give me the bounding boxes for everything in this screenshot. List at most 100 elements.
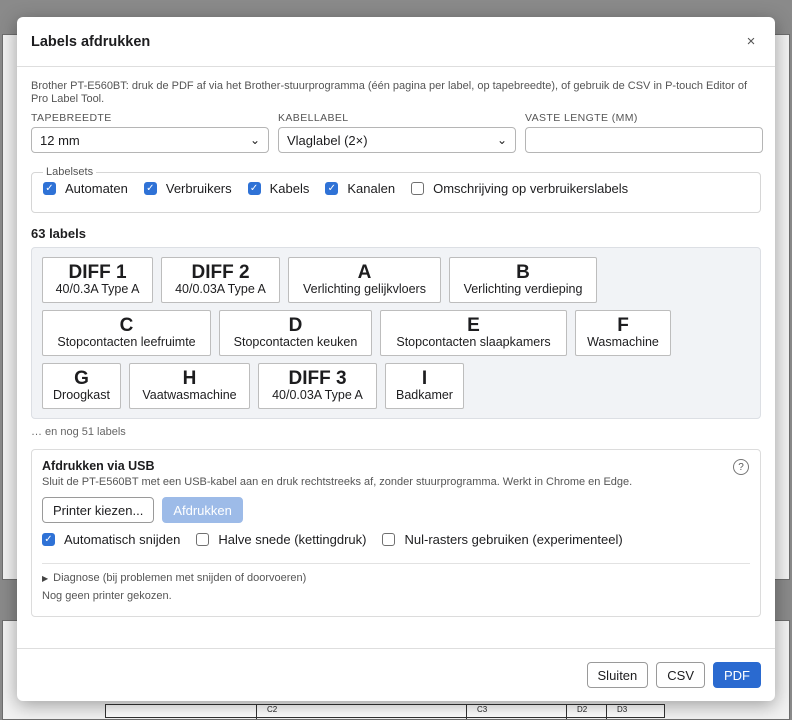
- more-labels-text: … en nog 51 labels: [31, 426, 126, 438]
- fixed-length-field: VASTE LENGTE (MM): [525, 112, 763, 153]
- cable-label-label: KABELLABEL: [278, 112, 349, 124]
- checkbox-checked-icon: ✓: [247, 182, 261, 195]
- label-preview: DIFF 3 40/0.03A Type A: [258, 363, 377, 409]
- checkbox-checked-icon: ✓: [43, 182, 56, 195]
- checkbox-label: Automatisch snijden: [64, 532, 181, 547]
- label-desc: Verlichting gelijkvloers: [303, 282, 426, 296]
- labelsets-checkboxes: ✓ Automaten ✓ Verbruikers ✓ Kabels ✓ Kan…: [43, 181, 749, 196]
- labels-row: DIFF 1 40/0.3A Type A DIFF 2 40/0.03A Ty…: [42, 257, 751, 303]
- label-preview: I Badkamer: [385, 363, 464, 409]
- label-desc: Droogkast: [53, 388, 110, 402]
- checkbox-half-cut[interactable]: Halve snede (kettingdruk): [196, 532, 366, 547]
- label-preview: D Stopcontacten keuken: [219, 310, 372, 356]
- label-desc: Stopcontacten keuken: [233, 335, 358, 349]
- diagnose-label: Diagnose (bij problemen met snijden of d…: [53, 572, 307, 584]
- label-desc: Wasmachine: [587, 335, 659, 349]
- intro-text: Brother PT-E560BT: druk de PDF af via he…: [31, 80, 747, 105]
- label-preview: C Stopcontacten leefruimte: [42, 310, 211, 356]
- background-cell: C2: [256, 705, 466, 719]
- background-cell: D3: [606, 705, 646, 719]
- disclosure-triangle-icon: ▶: [42, 573, 49, 583]
- checkbox-kanalen[interactable]: ✓ Kanalen: [325, 181, 395, 196]
- pdf-button[interactable]: PDF: [713, 662, 761, 688]
- label-preview: B Verlichting verdieping: [449, 257, 597, 303]
- labels-row: G Droogkast H Vaatwasmachine DIFF 3 40/0…: [42, 363, 751, 409]
- usb-options: ✓ Automatisch snijden Halve snede (ketti…: [42, 532, 750, 547]
- close-button[interactable]: Sluiten: [586, 662, 649, 688]
- print-labels-dialog: Labels afdrukken × Brother PT-E560BT: dr…: [17, 17, 775, 701]
- dialog-body: Brother PT-E560BT: druk de PDF af via he…: [17, 67, 775, 617]
- checkbox-label: Omschrijving op verbruikerslabels: [433, 181, 629, 196]
- checkbox-auto-cut[interactable]: ✓ Automatisch snijden: [42, 532, 180, 547]
- checkbox-automaten[interactable]: ✓ Automaten: [43, 181, 128, 196]
- fixed-length-label: VASTE LENGTE (MM): [525, 112, 638, 124]
- divider: [42, 563, 750, 564]
- label-code: C: [119, 315, 134, 336]
- checkbox-omschrijving[interactable]: Omschrijving op verbruikerslabels: [411, 181, 628, 196]
- checkbox-checked-icon: ✓: [42, 533, 55, 546]
- label-desc: Stopcontacten leefruimte: [57, 335, 196, 349]
- checkbox-checked-icon: ✓: [143, 182, 157, 195]
- usb-description: Sluit de PT-E560BT met een USB-kabel aan…: [42, 476, 633, 488]
- label-code: D: [288, 315, 303, 336]
- diagnose-toggle[interactable]: ▶ Diagnose (bij problemen met snijden of…: [42, 572, 750, 584]
- usb-title: Afdrukken via USB: [42, 459, 155, 473]
- checkbox-label: Automaten: [65, 181, 128, 196]
- label-code: B: [516, 262, 530, 283]
- checkbox-label: Kanalen: [347, 181, 396, 196]
- cable-label-field: KABELLABEL Vlaglabel (2×) ⌄: [278, 112, 516, 153]
- label-desc: 40/0.03A Type A: [272, 388, 363, 402]
- label-code: DIFF 3: [288, 368, 347, 389]
- label-preview: A Verlichting gelijkvloers: [288, 257, 441, 303]
- label-preview: DIFF 1 40/0.3A Type A: [42, 257, 153, 303]
- tape-width-select[interactable]: 12 mm ⌄: [31, 127, 269, 153]
- tape-width-value: 12 mm: [40, 132, 80, 148]
- label-preview: G Droogkast: [42, 363, 121, 409]
- label-code: G: [74, 368, 89, 389]
- label-desc: 40/0.3A Type A: [55, 282, 140, 296]
- label-code: H: [182, 368, 197, 389]
- labelsets-legend: Labelsets: [46, 166, 94, 178]
- label-desc: Stopcontacten slaapkamers: [396, 335, 551, 349]
- label-preview: F Wasmachine: [575, 310, 671, 356]
- dialog-footer: Sluiten CSV PDF: [17, 648, 775, 701]
- settings-fields: TAPEBREEDTE 12 mm ⌄ KABELLABEL Vlaglabel…: [31, 112, 763, 153]
- checkbox-label: Verbruikers: [165, 181, 232, 196]
- close-icon[interactable]: ×: [741, 32, 761, 52]
- print-button[interactable]: Afdrukken: [162, 497, 243, 523]
- label-preview: E Stopcontacten slaapkamers: [380, 310, 567, 356]
- background-cell: D2: [566, 705, 606, 719]
- label-preview: DIFF 2 40/0.03A Type A: [161, 257, 280, 303]
- checkbox-checked-icon: ✓: [325, 182, 339, 195]
- checkbox-unchecked-icon: [382, 533, 396, 546]
- csv-button[interactable]: CSV: [656, 662, 705, 688]
- label-preview: H Vaatwasmachine: [129, 363, 250, 409]
- checkbox-kabels[interactable]: ✓ Kabels: [247, 181, 309, 196]
- usb-buttons: Printer kiezen... Afdrukken: [42, 497, 750, 523]
- cable-label-select[interactable]: Vlaglabel (2×) ⌄: [278, 127, 516, 153]
- background-cell: C3: [466, 705, 536, 719]
- label-desc: 40/0.03A Type A: [175, 282, 266, 296]
- fixed-length-input[interactable]: [525, 127, 763, 153]
- label-desc: Badkamer: [396, 388, 453, 402]
- checkbox-label: Halve snede (kettingdruk): [218, 532, 367, 547]
- choose-printer-button[interactable]: Printer kiezen...: [42, 497, 155, 523]
- label-code: A: [357, 262, 372, 283]
- labels-count: 63 labels: [31, 226, 86, 241]
- help-icon[interactable]: ?: [733, 459, 749, 475]
- chevron-down-icon: ⌄: [249, 133, 260, 147]
- checkbox-verbruikers[interactable]: ✓ Verbruikers: [143, 181, 232, 196]
- checkbox-unchecked-icon: [411, 182, 425, 195]
- label-code: DIFF 2: [191, 262, 250, 283]
- tape-width-label: TAPEBREEDTE: [31, 112, 112, 124]
- labels-row: C Stopcontacten leefruimte D Stopcontact…: [42, 310, 751, 356]
- label-code: F: [617, 315, 629, 336]
- label-code: E: [467, 315, 480, 336]
- labels-preview: DIFF 1 40/0.3A Type A DIFF 2 40/0.03A Ty…: [31, 247, 761, 419]
- label-desc: Vaatwasmachine: [142, 388, 237, 402]
- labelsets-group: Labelsets ✓ Automaten ✓ Verbruikers ✓ Ka…: [31, 166, 761, 213]
- cable-label-value: Vlaglabel (2×): [287, 132, 368, 148]
- printer-status: Nog geen printer gekozen.: [42, 590, 172, 602]
- checkbox-zero-rasters[interactable]: Nul-rasters gebruiken (experimenteel): [382, 532, 623, 547]
- checkbox-label: Nul-rasters gebruiken (experimenteel): [404, 532, 623, 547]
